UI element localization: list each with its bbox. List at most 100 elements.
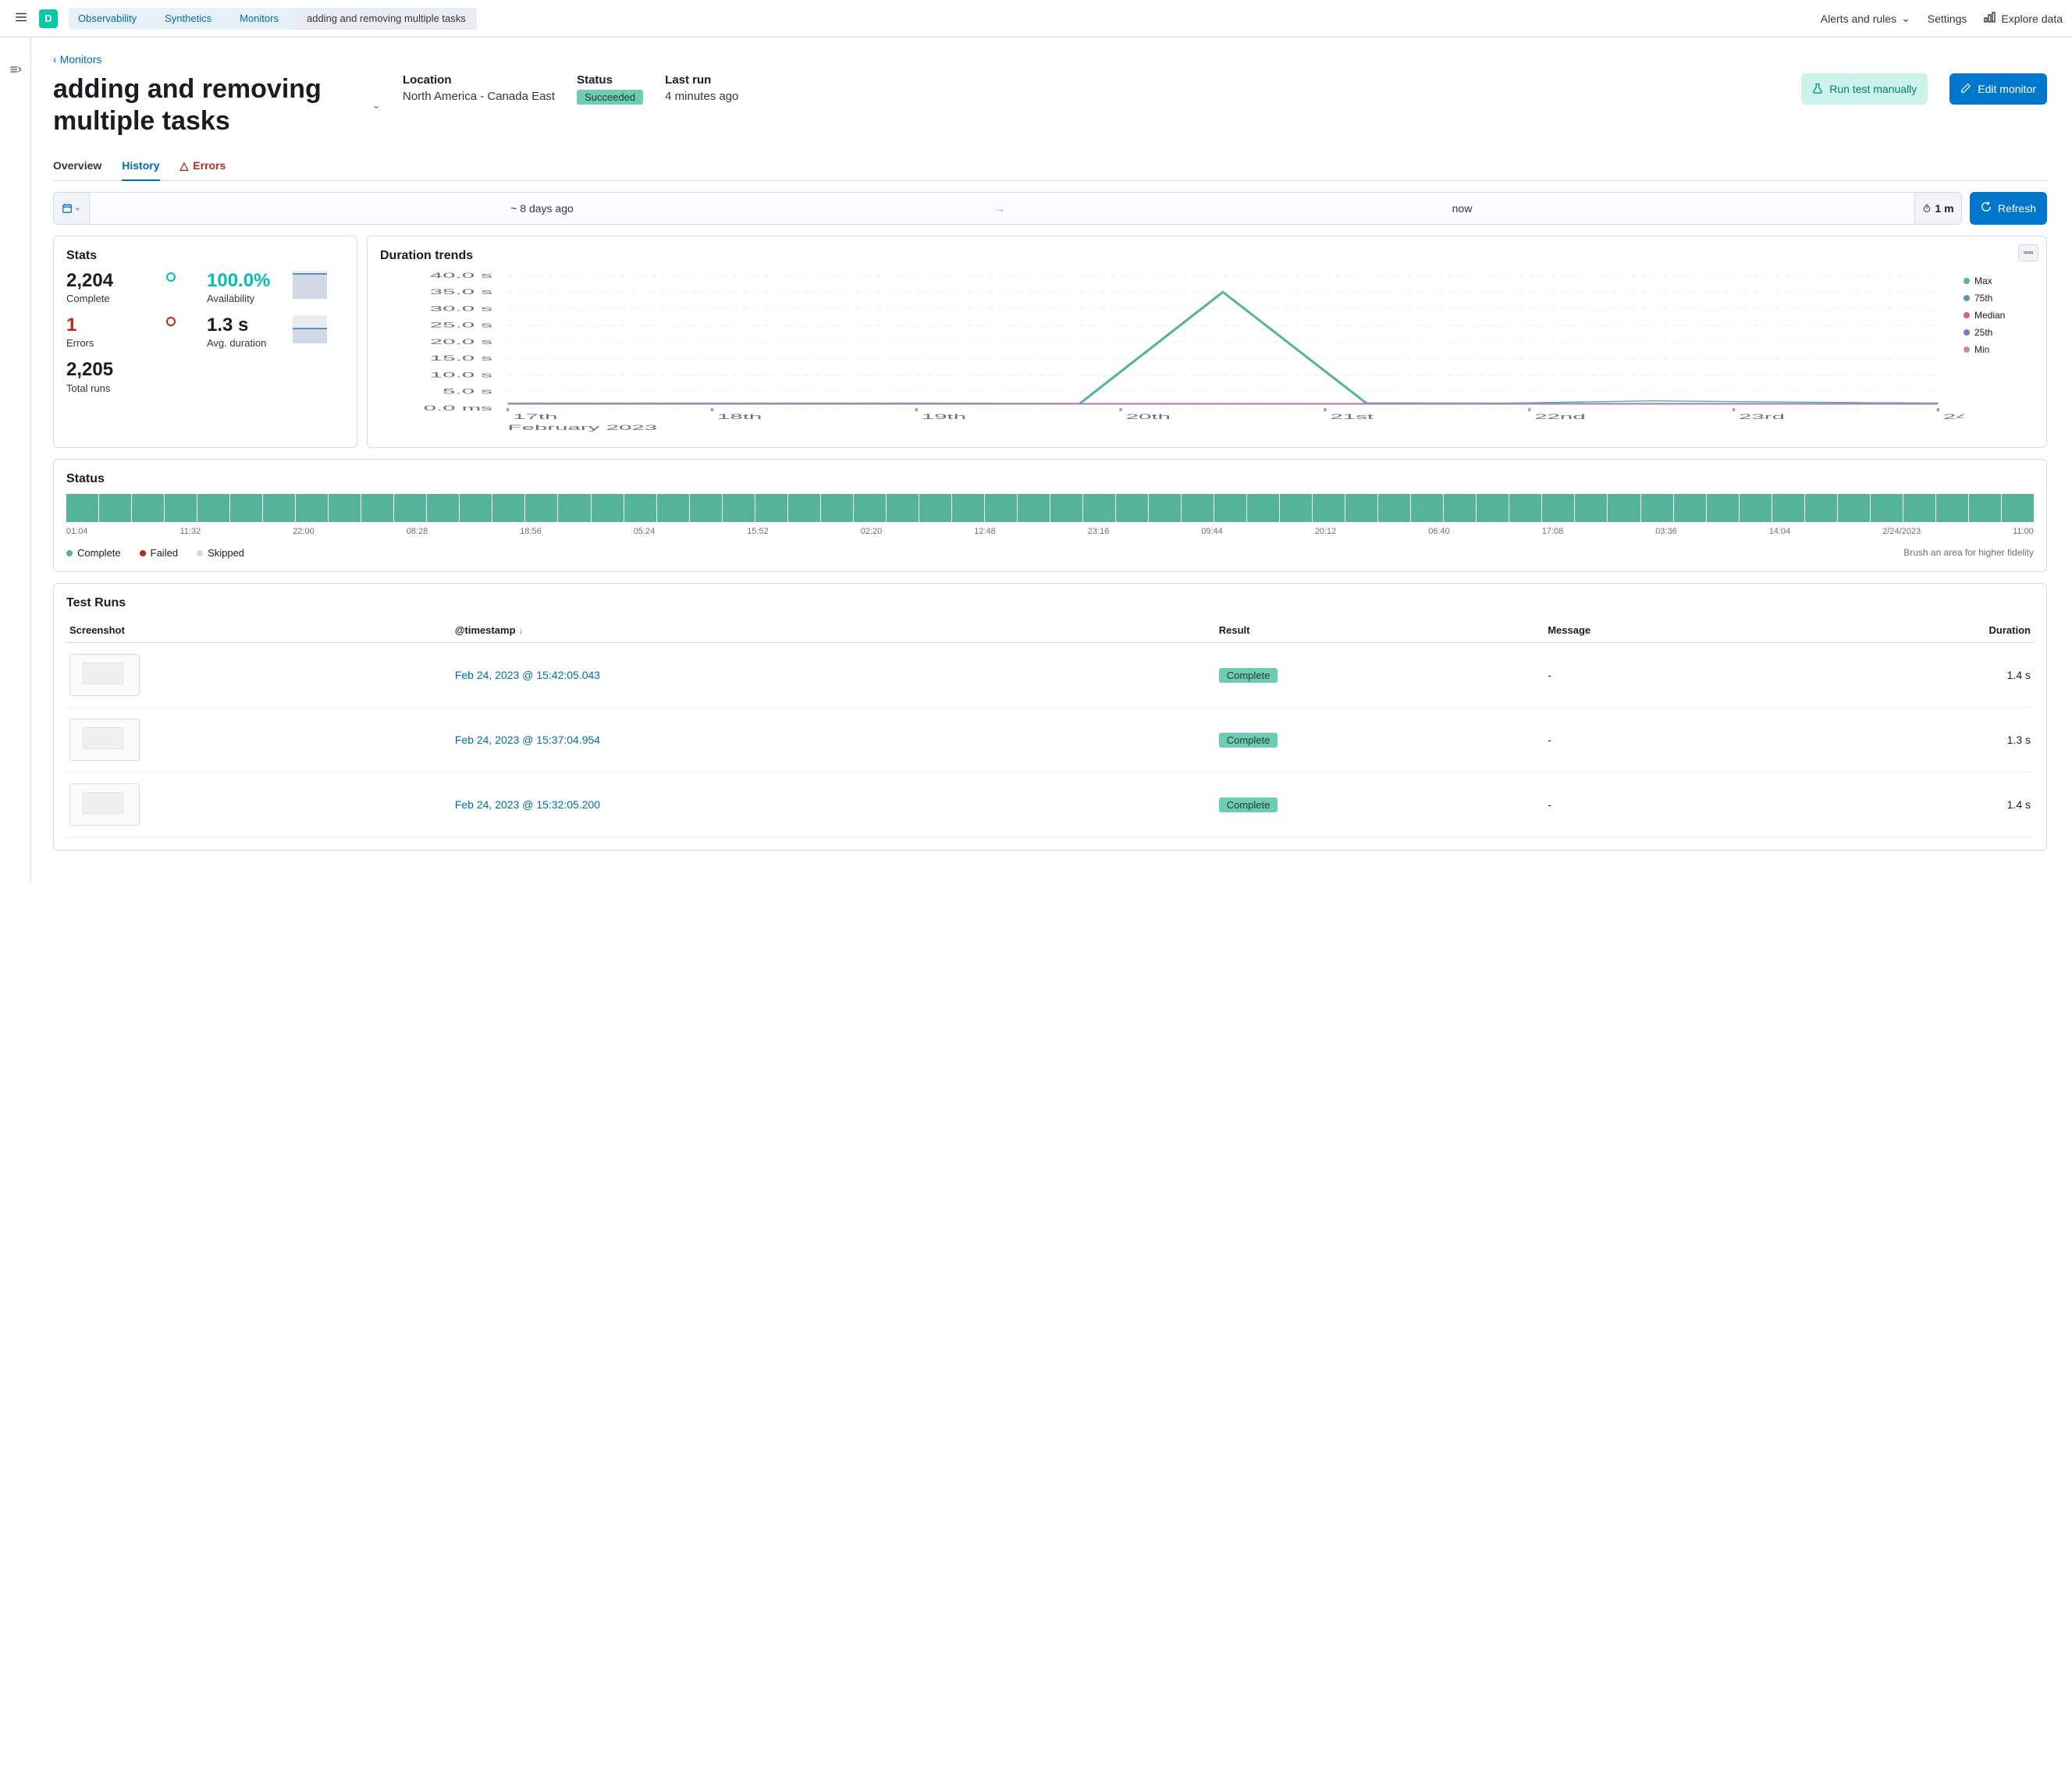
status-cell[interactable] — [1182, 494, 1214, 522]
calendar-button[interactable]: ⌄ — [54, 193, 90, 224]
col-message[interactable]: Message — [1544, 618, 1792, 643]
status-cell[interactable] — [1871, 494, 1903, 522]
refresh-interval[interactable]: 1 m — [1914, 193, 1961, 224]
date-to[interactable]: now — [1010, 202, 1914, 215]
status-cell[interactable] — [427, 494, 459, 522]
edit-monitor-button[interactable]: Edit monitor — [1949, 73, 2047, 105]
status-cell[interactable] — [558, 494, 590, 522]
status-cell[interactable] — [296, 494, 328, 522]
status-cell[interactable] — [1608, 494, 1640, 522]
status-cell[interactable] — [1542, 494, 1574, 522]
col-duration[interactable]: Duration — [1792, 618, 2034, 643]
run-timestamp-link[interactable]: Feb 24, 2023 @ 15:32:05.200 — [455, 798, 600, 811]
status-cell[interactable] — [1050, 494, 1082, 522]
status-cell[interactable] — [525, 494, 557, 522]
status-cell[interactable] — [723, 494, 755, 522]
status-cell[interactable] — [1018, 494, 1050, 522]
status-cell[interactable] — [887, 494, 919, 522]
status-cell[interactable] — [690, 494, 722, 522]
tab-overview[interactable]: Overview — [53, 151, 101, 180]
status-cell[interactable] — [492, 494, 524, 522]
col-result[interactable]: Result — [1216, 618, 1544, 643]
status-cell[interactable] — [132, 494, 164, 522]
settings-link[interactable]: Settings — [1928, 12, 1967, 25]
status-cell[interactable] — [1740, 494, 1772, 522]
status-cell[interactable] — [1969, 494, 2001, 522]
status-cell[interactable] — [230, 494, 262, 522]
status-cell[interactable] — [1444, 494, 1476, 522]
status-cell[interactable] — [1772, 494, 1804, 522]
title-chevron-down-icon[interactable]: ⌄ — [371, 98, 381, 112]
status-cell[interactable] — [1378, 494, 1410, 522]
run-timestamp-link[interactable]: Feb 24, 2023 @ 15:37:04.954 — [455, 734, 600, 746]
screenshot-thumbnail[interactable] — [69, 783, 140, 826]
run-timestamp-link[interactable]: Feb 24, 2023 @ 15:42:05.043 — [455, 669, 600, 681]
crumb-observability[interactable]: Observability — [69, 8, 149, 30]
legend-item[interactable]: Min — [1964, 344, 2034, 355]
status-cell[interactable] — [66, 494, 98, 522]
back-to-monitors[interactable]: ‹ Monitors — [53, 53, 2047, 66]
status-cell[interactable] — [165, 494, 197, 522]
status-cell[interactable] — [919, 494, 951, 522]
status-cell[interactable] — [755, 494, 787, 522]
legend-item[interactable]: 75th — [1964, 293, 2034, 304]
status-cell[interactable] — [361, 494, 393, 522]
explore-data-link[interactable]: Explore data — [1984, 11, 2063, 26]
col-screenshot[interactable]: Screenshot — [66, 618, 452, 643]
status-cell[interactable] — [329, 494, 361, 522]
status-cell[interactable] — [1575, 494, 1607, 522]
legend-item[interactable]: 25th — [1964, 327, 2034, 338]
status-cell[interactable] — [460, 494, 492, 522]
status-cell[interactable] — [197, 494, 229, 522]
col-timestamp[interactable]: @timestamp↓ — [452, 618, 1216, 643]
status-cell[interactable] — [1805, 494, 1837, 522]
crumb-synthetics[interactable]: Synthetics — [149, 8, 224, 30]
status-cell[interactable] — [624, 494, 656, 522]
status-heatmap[interactable] — [66, 494, 2034, 522]
status-cell[interactable] — [985, 494, 1017, 522]
status-cell[interactable] — [821, 494, 853, 522]
status-cell[interactable] — [1707, 494, 1739, 522]
status-cell[interactable] — [657, 494, 689, 522]
crumb-monitors[interactable]: Monitors — [224, 8, 291, 30]
status-cell[interactable] — [1247, 494, 1279, 522]
status-cell[interactable] — [1116, 494, 1148, 522]
status-cell[interactable] — [1214, 494, 1246, 522]
status-cell[interactable] — [2002, 494, 2034, 522]
tab-history[interactable]: History — [122, 151, 159, 180]
date-from[interactable]: ~ 8 days ago — [90, 202, 994, 215]
date-range-picker[interactable]: ⌄ ~ 8 days ago → now 1 m — [53, 192, 1962, 225]
run-test-manually-button[interactable]: Run test manually — [1801, 73, 1928, 105]
status-cell[interactable] — [788, 494, 820, 522]
status-cell[interactable] — [592, 494, 624, 522]
status-cell[interactable] — [1903, 494, 1935, 522]
status-cell[interactable] — [1641, 494, 1673, 522]
status-cell[interactable] — [1674, 494, 1706, 522]
refresh-button[interactable]: Refresh — [1970, 192, 2047, 225]
panel-options-button[interactable]: ▫▫▫ — [2018, 244, 2038, 261]
status-cell[interactable] — [1083, 494, 1115, 522]
status-cell[interactable] — [1345, 494, 1377, 522]
legend-item[interactable]: Median — [1964, 310, 2034, 321]
status-cell[interactable] — [263, 494, 295, 522]
legend-item[interactable]: Max — [1964, 275, 2034, 286]
status-cell[interactable] — [394, 494, 426, 522]
tab-errors[interactable]: △ Errors — [180, 151, 226, 180]
sidebar-collapse[interactable] — [0, 37, 31, 882]
hamburger-menu-button[interactable] — [9, 5, 33, 31]
duration-trends-chart[interactable]: 0.0 ms5.0 s10.0 s15.0 s20.0 s25.0 s30.0 … — [380, 271, 1964, 435]
space-avatar[interactable]: D — [39, 9, 58, 28]
status-cell[interactable] — [1411, 494, 1443, 522]
screenshot-thumbnail[interactable] — [69, 719, 140, 761]
status-cell[interactable] — [1477, 494, 1509, 522]
status-cell[interactable] — [1149, 494, 1181, 522]
status-cell[interactable] — [1509, 494, 1541, 522]
alerts-and-rules-menu[interactable]: Alerts and rules ⌄ — [1821, 12, 1910, 25]
status-cell[interactable] — [99, 494, 131, 522]
status-cell[interactable] — [1838, 494, 1870, 522]
status-cell[interactable] — [1280, 494, 1312, 522]
status-cell[interactable] — [952, 494, 984, 522]
status-cell[interactable] — [1936, 494, 1968, 522]
status-cell[interactable] — [1313, 494, 1345, 522]
screenshot-thumbnail[interactable] — [69, 654, 140, 696]
